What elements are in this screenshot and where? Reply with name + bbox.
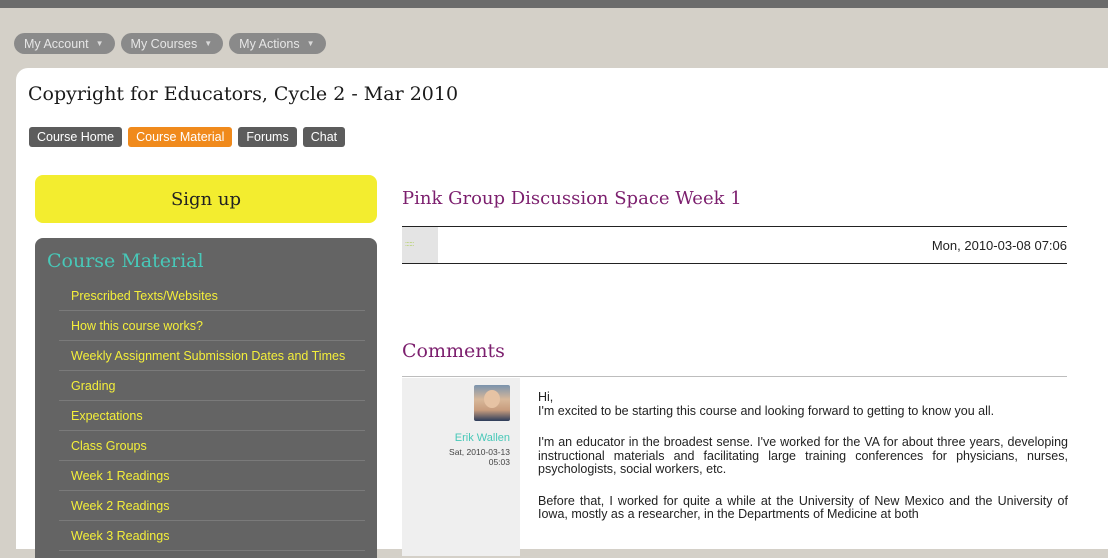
my-actions-menu[interactable]: My Actions ▼ (229, 33, 326, 54)
post-title: Pink Group Discussion Space Week 1 (402, 188, 742, 209)
comment-author-panel: Erik Wallen Sat, 2010-03-13 05:03 (402, 378, 520, 556)
sidebar-menu: Prescribed Texts/Websites How this cours… (59, 282, 365, 551)
tab-chat[interactable]: Chat (302, 127, 346, 147)
post-thumbnail: :::::: (402, 227, 438, 263)
comment-paragraph: I'm an educator in the broadest sense. I… (538, 435, 1068, 476)
post-date: Mon, 2010-03-08 07:06 (931, 238, 1067, 253)
comment-body: Hi, I'm excited to be starting this cour… (538, 390, 1068, 540)
post-meta: :::::: Mon, 2010-03-08 07:06 (402, 226, 1067, 264)
sidebar-item-week-2-readings[interactable]: Week 2 Readings (59, 491, 365, 521)
my-account-menu[interactable]: My Account ▼ (14, 33, 115, 54)
sidebar-item-how-course-works[interactable]: How this course works? (59, 311, 365, 341)
comment-author-link[interactable]: Erik Wallen (455, 432, 510, 444)
thumbnail-text: :::::: (405, 241, 414, 248)
chevron-down-icon: ▼ (95, 39, 104, 48)
course-material-sidebar: Course Material Prescribed Texts/Website… (35, 238, 377, 558)
chevron-down-icon: ▼ (306, 39, 315, 48)
top-border (0, 0, 1108, 8)
sidebar-title: Course Material (47, 250, 204, 272)
sidebar-item-class-groups[interactable]: Class Groups (59, 431, 365, 461)
comment-paragraph: Hi, I'm excited to be starting this cour… (538, 390, 995, 418)
sidebar-item-week-1-readings[interactable]: Week 1 Readings (59, 461, 365, 491)
comment-paragraph: Before that, I worked for quite a while … (538, 493, 1068, 521)
tab-forums[interactable]: Forums (238, 127, 297, 147)
comment: Erik Wallen Sat, 2010-03-13 05:03 Hi, I'… (402, 376, 1068, 557)
sidebar-item-week-3-readings[interactable]: Week 3 Readings (59, 521, 365, 551)
comment-time-line: 05:03 (488, 457, 510, 467)
comment-date: Sat, 2010-03-13 05:03 (420, 447, 510, 467)
chevron-down-icon: ▼ (204, 39, 213, 48)
my-courses-label: My Courses (130, 36, 198, 51)
course-title: Copyright for Educators, Cycle 2 - Mar 2… (28, 83, 459, 105)
my-account-label: My Account (24, 36, 89, 51)
signup-button[interactable]: Sign up (35, 175, 377, 223)
comment-date-line: Sat, 2010-03-13 (449, 447, 510, 457)
my-courses-menu[interactable]: My Courses ▼ (120, 33, 224, 54)
user-menu-bar: My Account ▼ My Courses ▼ My Actions ▼ (14, 33, 326, 54)
sidebar-item-grading[interactable]: Grading (59, 371, 365, 401)
my-actions-label: My Actions (239, 36, 300, 51)
avatar[interactable] (474, 385, 510, 421)
course-tabs: Course Home Course Material Forums Chat (29, 127, 346, 147)
sidebar-item-submission-dates[interactable]: Weekly Assignment Submission Dates and T… (59, 341, 365, 371)
comments-heading: Comments (402, 340, 505, 362)
sidebar-item-prescribed-texts[interactable]: Prescribed Texts/Websites (59, 282, 365, 311)
tab-course-home[interactable]: Course Home (29, 127, 123, 147)
sidebar-item-expectations[interactable]: Expectations (59, 401, 365, 431)
tab-course-material[interactable]: Course Material (128, 127, 233, 147)
